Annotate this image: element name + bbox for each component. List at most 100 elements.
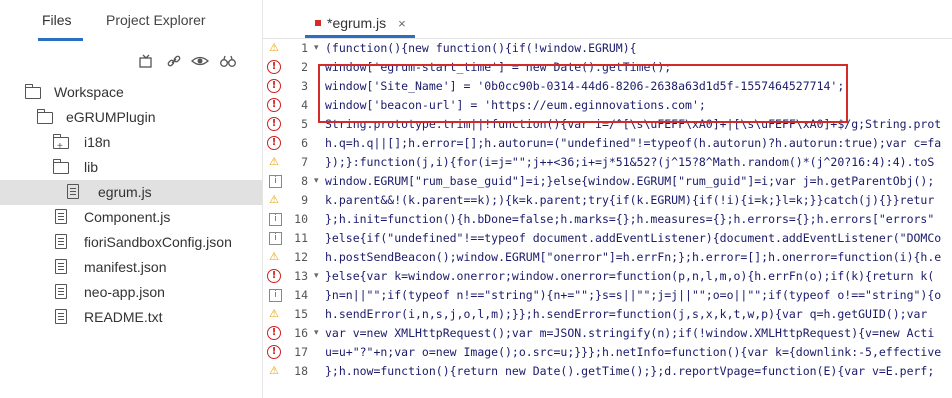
error-icon[interactable]: ! xyxy=(267,345,281,359)
link-editor-icon[interactable] xyxy=(164,53,184,73)
warning-icon[interactable]: ⚠ xyxy=(267,155,281,169)
line-gutter: ! 2 xyxy=(263,58,318,77)
line-gutter: ⚠ 18 xyxy=(263,362,318,381)
tab-files[interactable]: Files xyxy=(42,12,72,28)
warning-icon[interactable]: ⚠ xyxy=(267,307,281,321)
warning-icon[interactable]: ⚠ xyxy=(267,41,281,55)
info-icon[interactable]: i xyxy=(269,213,282,226)
tree-node-neo-app-json[interactable]: neo-app.json xyxy=(0,280,262,305)
code-text: h.q=h.q||[];h.error=[];h.autorun=("undef… xyxy=(325,136,942,150)
line-gutter: ⚠ 7 xyxy=(263,153,318,172)
code-line[interactable]: i 10};h.init=function(){h.bDone=false;h.m… xyxy=(263,210,952,229)
code-text: };h.init=function(){h.bDone=false;h.mark… xyxy=(325,212,935,226)
code-line[interactable]: ! 13 ▾ }else{var k=window.onerror;window.on… xyxy=(263,267,952,286)
code-line[interactable]: ⚠ 1 ▾ (function(){new function(){if(!window… xyxy=(263,39,952,58)
error-icon[interactable]: ! xyxy=(267,136,281,150)
line-gutter: ! 5 xyxy=(263,115,318,134)
tree-node-i18n[interactable]: i18n xyxy=(0,130,262,159)
line-number: 8 xyxy=(301,174,308,188)
info-icon[interactable]: i xyxy=(269,175,282,188)
line-gutter: ! 13 xyxy=(263,267,318,286)
error-icon[interactable]: ! xyxy=(267,60,281,74)
tree-node-egrum-js[interactable]: egrum.js xyxy=(0,180,262,205)
error-icon[interactable]: ! xyxy=(267,117,281,131)
fold-toggle-icon[interactable]: ▾ xyxy=(314,267,319,286)
editor-tab-egrum-js[interactable]: *egrum.js × xyxy=(315,8,406,38)
tree-node-egrumplugin[interactable]: eGRUMPlugin xyxy=(0,105,262,130)
tree-node-component-js[interactable]: Component.js xyxy=(0,205,262,230)
tree-node-fiorisandboxconfig-json[interactable]: fioriSandboxConfig.json xyxy=(0,230,262,255)
error-icon[interactable]: ! xyxy=(267,269,281,283)
line-gutter: ⚠ 12 xyxy=(263,248,318,267)
file-icon xyxy=(52,255,70,280)
tree-node-lib[interactable]: lib xyxy=(0,155,262,180)
line-number: 3 xyxy=(301,79,308,93)
info-icon[interactable]: i xyxy=(269,232,282,245)
code-line[interactable]: ! 17 u=u+"?"+n;var o=new Image();o.src=u;}… xyxy=(263,343,952,362)
search-files-icon[interactable] xyxy=(218,53,238,73)
code-line[interactable]: ⚠ 9 k.parent&&!(k.parent==k);){k=k.parent;… xyxy=(263,191,952,210)
folder-open-icon xyxy=(24,80,42,105)
code-line[interactable]: ⚠ 12 h.postSendBeacon();window.EGRUM["oner… xyxy=(263,248,952,267)
code-line[interactable]: ! 6 h.q=h.q||[];h.error=[];h.autorun=("und… xyxy=(263,134,952,153)
tree-node-readme-txt[interactable]: README.txt xyxy=(0,305,262,330)
line-number: 17 xyxy=(294,345,308,359)
active-editor-tab-indicator xyxy=(305,35,415,38)
info-icon[interactable]: i xyxy=(269,289,282,302)
line-number: 14 xyxy=(294,288,308,302)
code-text: var v=new XMLHttpRequest();var m=JSON.st… xyxy=(325,326,935,340)
tree-node-manifest-json[interactable]: manifest.json xyxy=(0,255,262,280)
code-line[interactable]: i 11}else{if("undefined"!==typeof documen… xyxy=(263,229,952,248)
code-text: }else{var k=window.onerror;window.onerro… xyxy=(325,269,935,283)
folder-plus-icon xyxy=(52,130,70,159)
error-icon[interactable]: ! xyxy=(267,79,281,93)
warning-icon[interactable]: ⚠ xyxy=(267,250,281,264)
tree-node-label: Component.js xyxy=(84,209,171,225)
line-number: 4 xyxy=(301,98,308,112)
editor-tab-label: *egrum.js xyxy=(327,15,387,31)
code-line[interactable]: ⚠ 15 h.sendError(i,n,s,j,o,l,m);}};h.sendE… xyxy=(263,305,952,324)
code-text: });}:function(j,i){for(i=j="";j++<36;i+=… xyxy=(325,155,935,169)
tree-node-label: lib xyxy=(84,159,99,175)
line-gutter: ⚠ 15 xyxy=(263,305,318,324)
warning-icon[interactable]: ⚠ xyxy=(267,193,281,207)
code-text: k.parent&&!(k.parent==k);){k=k.parent;tr… xyxy=(325,193,935,207)
code-text: }n=n||"";if(typeof n!=="string"){n+="";}… xyxy=(325,288,942,302)
code-line[interactable]: ⚠ 18};h.now=function(){return new Date().… xyxy=(263,362,952,381)
code-line[interactable]: i 8 ▾ window.EGRUM["rum_base_guid"]=i;}else… xyxy=(263,172,952,191)
show-hidden-icon[interactable] xyxy=(190,53,210,73)
line-gutter: i8 xyxy=(263,172,318,191)
close-tab-icon[interactable]: × xyxy=(398,16,406,31)
line-gutter: ! 3 xyxy=(263,77,318,96)
code-line[interactable]: ⚠ 7 });}:function(j,i){for(i=j="";j++<36;i… xyxy=(263,153,952,172)
file-explorer-panel: Files Project Explorer Workspace eGRUMPl… xyxy=(0,0,263,398)
line-gutter: ! 6 xyxy=(263,134,318,153)
file-icon xyxy=(64,180,82,205)
line-gutter: i 11 xyxy=(263,229,318,248)
tree-node-label: manifest.json xyxy=(84,259,167,275)
tree-node-workspace[interactable]: Workspace xyxy=(0,80,262,105)
file-icon xyxy=(52,280,70,305)
code-text: u=u+"?"+n;var o=new Image();o.src=u;}}};… xyxy=(325,345,942,359)
error-icon[interactable]: ! xyxy=(267,98,281,112)
fold-toggle-icon[interactable]: ▾ xyxy=(314,324,319,343)
fold-toggle-icon[interactable]: ▾ xyxy=(314,172,319,191)
fold-toggle-icon[interactable]: ▾ xyxy=(314,39,319,58)
line-gutter: ! 16 xyxy=(263,324,318,343)
collapse-all-icon[interactable] xyxy=(136,53,156,73)
tab-project-explorer[interactable]: Project Explorer xyxy=(106,12,206,28)
file-icon xyxy=(52,230,70,255)
error-icon[interactable]: ! xyxy=(267,326,281,340)
file-icon xyxy=(52,305,70,330)
code-line[interactable]: ! 16 ▾ var v=new XMLHttpRequest();var m=JSO… xyxy=(263,324,952,343)
code-line[interactable]: i 14 }n=n||"";if(typeof n!=="string"){n+="… xyxy=(263,286,952,305)
line-gutter: ⚠ 9 xyxy=(263,191,318,210)
line-number: 11 xyxy=(294,231,308,245)
line-number: 16 xyxy=(294,326,308,340)
warning-icon[interactable]: ⚠ xyxy=(267,364,281,378)
line-gutter: ! 17 xyxy=(263,343,318,362)
tree-node-label: README.txt xyxy=(84,309,163,325)
line-number: 13 xyxy=(294,269,308,283)
line-number: 15 xyxy=(294,307,308,321)
folder-open-icon xyxy=(36,105,54,130)
